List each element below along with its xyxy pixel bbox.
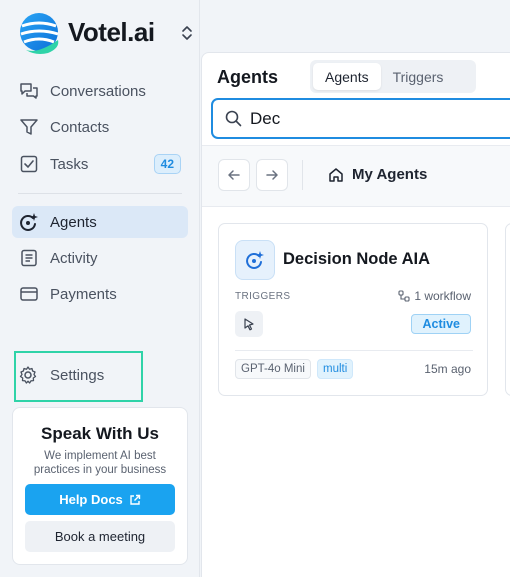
help-docs-button[interactable]: Help Docs [25,484,175,515]
promo-title: Speak With Us [41,424,159,443]
agent-sparkle-icon [19,212,39,232]
search-box [211,98,510,139]
help-docs-label: Help Docs [59,492,123,507]
arrow-left-icon [228,170,240,180]
breadcrumb-label: My Agents [352,166,428,183]
back-button[interactable] [218,159,250,191]
agent-card[interactable]: Decision Node AIA TRIGGERS 1 workflow Ac… [218,223,488,396]
chevron-up-down-icon[interactable] [180,24,194,42]
brand-logo[interactable]: Votel.ai [18,10,155,54]
brand-name: Votel.ai [68,16,155,47]
card-divider [235,350,473,351]
sidebar-item-label: Activity [50,249,98,267]
forward-button[interactable] [256,159,288,191]
search-input[interactable] [250,108,490,129]
model-chip: GPT-4o Mini [235,359,311,379]
arrow-right-icon [266,170,278,180]
sidebar-item-payments[interactable]: Payments [12,278,188,310]
tasks-count-badge: 42 [153,154,181,174]
tab-triggers[interactable]: Triggers [381,63,456,90]
sidebar-item-label: Conversations [50,82,146,100]
triggers-label: TRIGGERS [235,291,291,302]
filter-icon [19,117,39,137]
sidebar-item-contacts[interactable]: Contacts [12,111,188,143]
workflow-count: 1 workflow [398,289,471,303]
sidebar-item-settings[interactable]: Settings [18,365,104,385]
breadcrumb[interactable]: My Agents [328,166,427,183]
book-meeting-button[interactable]: Book a meeting [25,521,175,552]
external-link-icon [129,494,141,506]
credit-card-icon [19,284,39,304]
sidebar-item-label: Payments [50,285,117,303]
promo-card: Speak With Us We implement AI best pract… [12,407,188,565]
view-tabs: Agents Triggers [310,60,476,93]
tag-chip: multi [317,359,354,379]
workflow-icon [398,290,410,302]
settings-label: Settings [50,366,105,384]
document-list-icon [19,248,39,268]
sidebar-item-label: Tasks [50,155,89,173]
globe-logo-icon [18,10,64,54]
navigation-toolbar: My Agents [202,145,510,207]
page-title: Agents [217,67,279,87]
home-icon [328,167,344,183]
agent-sparkle-icon [235,240,275,280]
checkbox-icon [19,154,39,174]
sidebar-item-conversations[interactable]: Conversations [12,75,188,107]
status-badge: Active [411,314,471,334]
agent-card-partial[interactable] [505,223,510,396]
sidebar-item-activity[interactable]: Activity [12,242,188,274]
sidebar-item-label: Contacts [50,118,110,136]
book-meeting-label: Book a meeting [54,529,146,544]
sidebar-item-tasks[interactable]: Tasks 42 [12,148,188,180]
sidebar-item-agents[interactable]: Agents [12,206,188,238]
chat-bubbles-icon [19,81,39,101]
tab-agents[interactable]: Agents [313,63,381,90]
main-panel: Agents Agents Triggers My Agents Decisio… [201,52,510,577]
sidebar: Votel.ai Conversations Contacts Tasks 42… [0,0,200,577]
sidebar-divider [18,193,182,194]
toolbar-divider [302,160,303,190]
gear-icon [18,365,38,385]
workflow-label: 1 workflow [414,289,471,303]
sidebar-item-label: Agents [50,213,97,231]
promo-subtitle: We implement AI best practices in your b… [33,450,167,476]
agent-name: Decision Node AIA [283,250,430,268]
cursor-trigger-icon[interactable] [235,311,263,337]
search-icon [225,110,242,127]
updated-time: 15m ago [424,362,471,376]
